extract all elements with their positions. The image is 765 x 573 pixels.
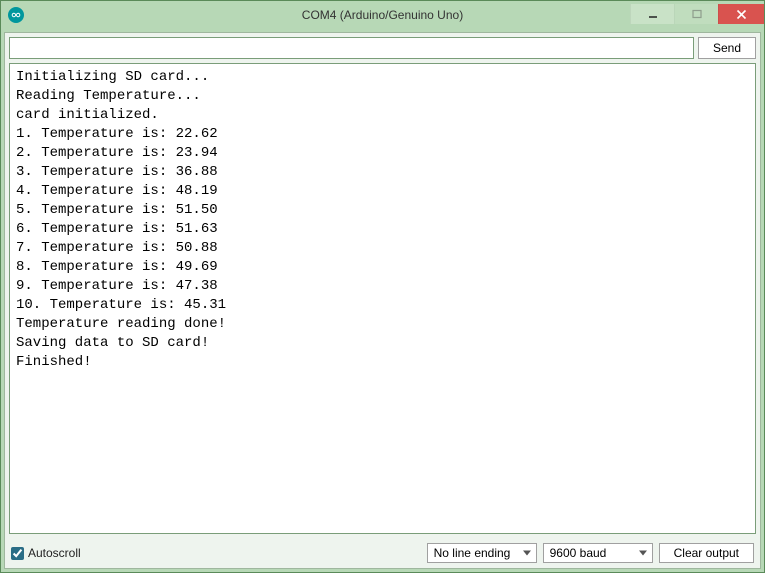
titlebar: COM4 (Arduino/Genuino Uno) (1, 1, 764, 29)
autoscroll-checkbox[interactable]: Autoscroll (11, 546, 81, 560)
window-controls (630, 4, 764, 26)
line-ending-select-wrap[interactable]: No line ending (427, 543, 537, 563)
close-button[interactable] (718, 4, 764, 24)
send-row: Send (5, 33, 760, 63)
send-button[interactable]: Send (698, 37, 756, 59)
autoscroll-label: Autoscroll (28, 546, 81, 560)
footer-row: Autoscroll No line ending 9600 baud Clea… (5, 538, 760, 568)
baud-select-wrap[interactable]: 9600 baud (543, 543, 653, 563)
clear-output-button[interactable]: Clear output (659, 543, 754, 563)
line-ending-select[interactable]: No line ending (427, 543, 537, 563)
serial-monitor-window: COM4 (Arduino/Genuino Uno) Send Initiali… (0, 0, 765, 573)
minimize-button[interactable] (630, 4, 674, 24)
client-area: Send Initializing SD card... Reading Tem… (4, 32, 761, 569)
arduino-icon (8, 7, 24, 23)
maximize-button[interactable] (674, 4, 718, 24)
baud-select[interactable]: 9600 baud (543, 543, 653, 563)
autoscroll-input[interactable] (11, 547, 24, 560)
serial-input[interactable] (9, 37, 694, 59)
serial-output[interactable]: Initializing SD card... Reading Temperat… (9, 63, 756, 534)
